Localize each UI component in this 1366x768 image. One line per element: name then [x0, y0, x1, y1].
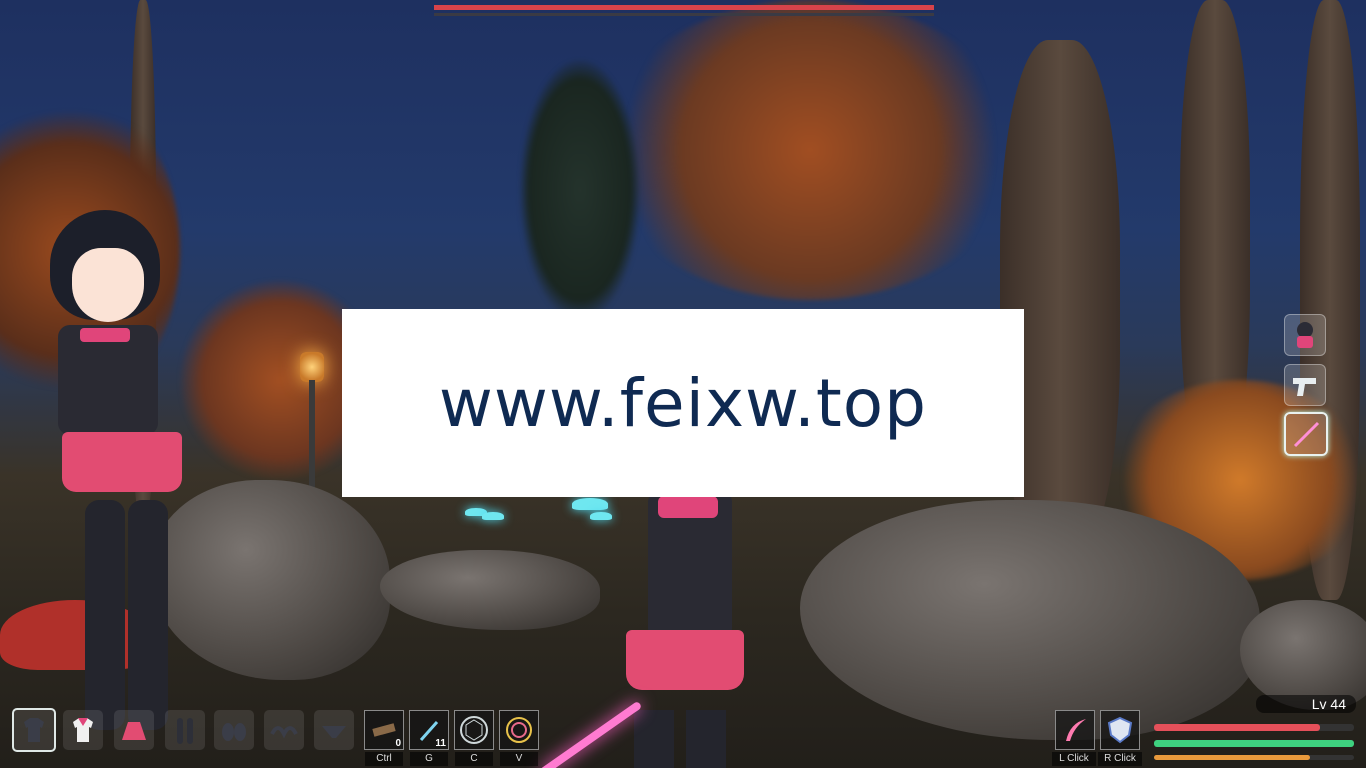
sword-icon [1293, 421, 1320, 448]
outfit-slot-panties[interactable] [314, 710, 354, 750]
stockings-icon [177, 718, 193, 744]
skill-shield[interactable] [1100, 710, 1140, 750]
key-label: Ctrl [365, 752, 403, 766]
outfit-slot-skirt[interactable] [114, 710, 154, 750]
autumn-foliage [600, 0, 1020, 300]
side-slot-character[interactable] [1284, 314, 1326, 356]
panties-icon [322, 726, 346, 738]
item-count: 11 [435, 738, 446, 749]
item-slot-hex-shield[interactable] [454, 710, 494, 750]
player-level: Lv 44 [1256, 695, 1356, 713]
health-bar [1154, 724, 1354, 731]
side-slot-pistol[interactable] [1284, 364, 1326, 406]
key-label: G [410, 752, 448, 766]
ring-icon [506, 717, 532, 743]
outfit-slot-bra[interactable] [264, 710, 304, 750]
outfit-slot-shirt[interactable] [12, 708, 56, 752]
key-label: R Click [1098, 752, 1142, 766]
hex-shield-icon [460, 716, 488, 744]
rock [800, 500, 1260, 740]
glowing-mushroom [590, 512, 612, 520]
stamina-bar [1154, 740, 1354, 747]
street-lamp [300, 352, 324, 382]
boss-health-bar [434, 5, 934, 19]
watermark-text: www.feixw.top [438, 364, 928, 442]
watermark-banner: www.feixw.top [342, 309, 1024, 497]
rock [1240, 600, 1366, 710]
rock [380, 550, 600, 630]
pistol-icon [1293, 378, 1316, 396]
skill-slash[interactable] [1055, 710, 1095, 750]
item-slot-plank[interactable]: 0 [364, 710, 404, 750]
skirt-icon [122, 722, 146, 740]
glowing-mushroom [572, 498, 608, 510]
character-portrait [20, 210, 190, 760]
outfit-slot-gloves[interactable] [214, 710, 254, 750]
key-label: L Click [1052, 752, 1096, 766]
exp-bar [1154, 755, 1354, 760]
item-slot-blade[interactable]: 11 [409, 710, 449, 750]
bra-icon [270, 726, 298, 739]
sailor-top-icon [73, 718, 93, 742]
item-count: 0 [395, 738, 401, 749]
side-slot-sword[interactable] [1284, 412, 1328, 456]
key-label: C [455, 752, 493, 766]
item-slot-ring[interactable] [499, 710, 539, 750]
outfit-slot-sailor-top[interactable] [63, 710, 103, 750]
slash-skill-icon [1066, 719, 1086, 741]
shield-skill-icon [1107, 716, 1133, 744]
plank-icon [372, 723, 396, 737]
character-portrait-icon [1297, 322, 1313, 348]
player-character [620, 490, 750, 768]
glowing-mushroom [482, 512, 504, 520]
gloves-icon [222, 723, 246, 741]
pine-tree [520, 60, 640, 320]
shirt-icon [24, 718, 44, 742]
key-label: V [500, 752, 538, 766]
outfit-slot-stockings[interactable] [165, 710, 205, 750]
